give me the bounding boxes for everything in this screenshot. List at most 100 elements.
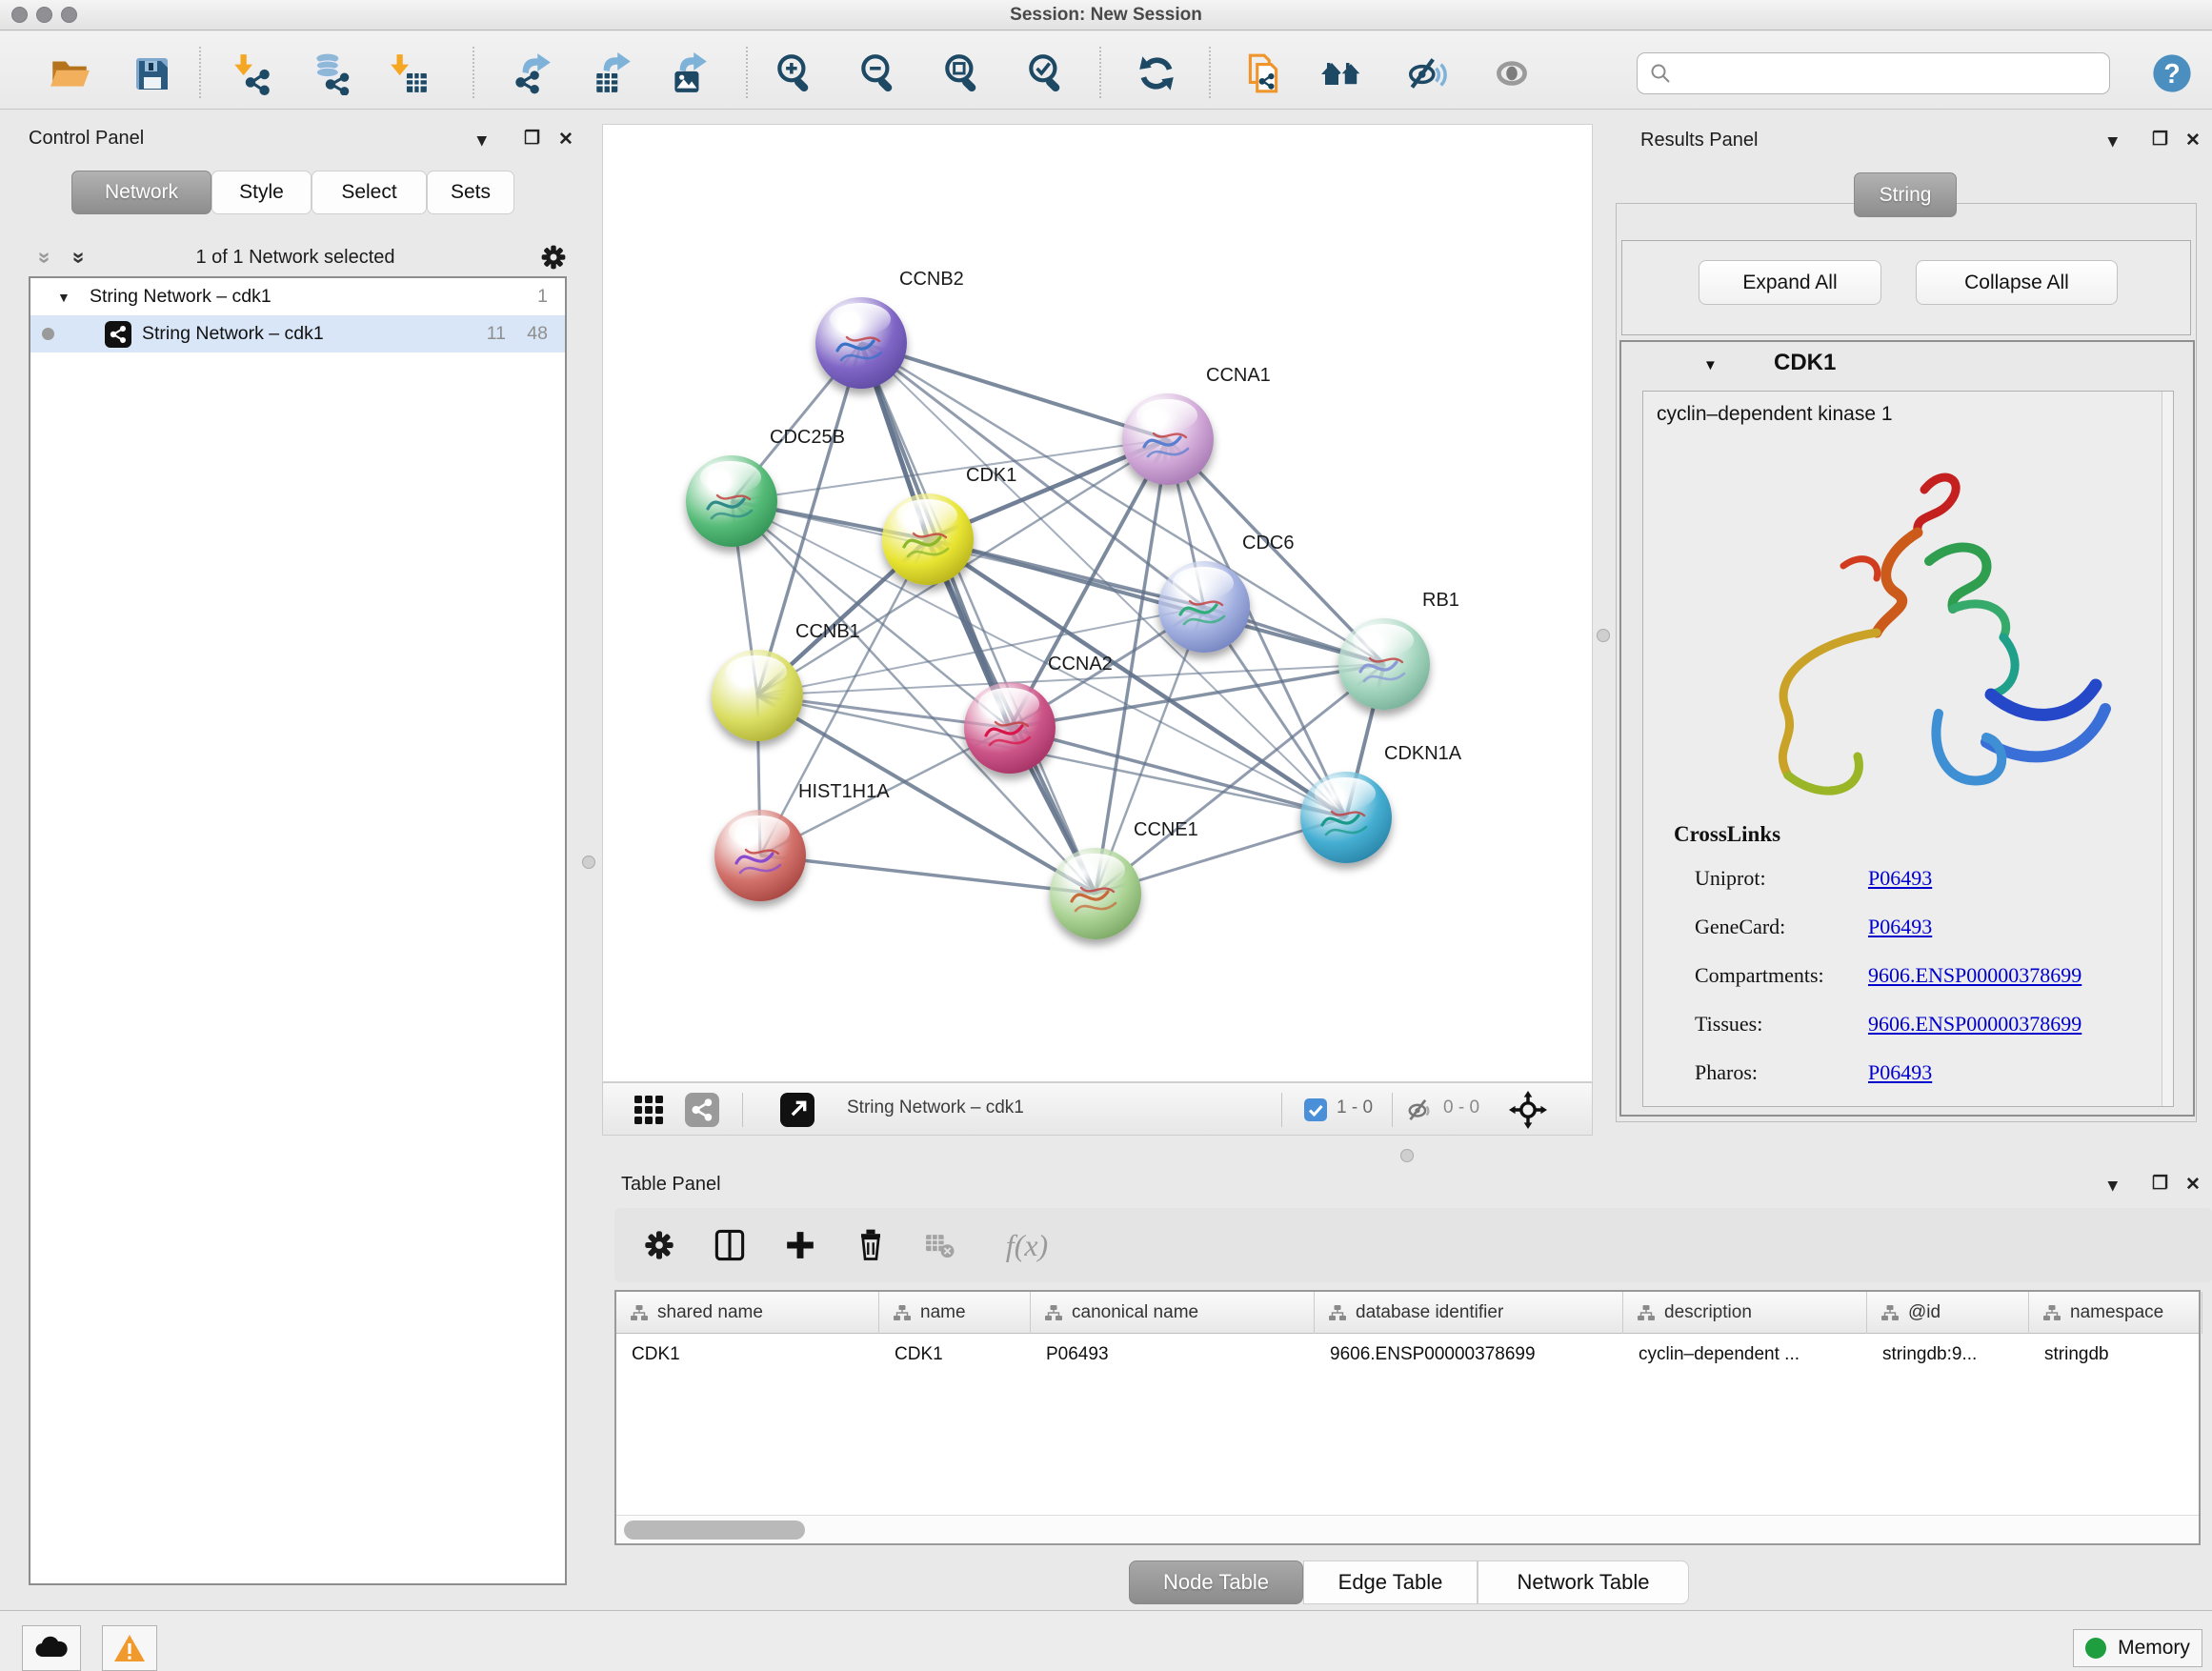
card-expander-icon[interactable]: ▼ [1703, 357, 1718, 373]
network-node-ccna1[interactable] [1122, 393, 1214, 485]
copy-network-button[interactable] [1240, 50, 1286, 96]
column-header-name[interactable]: name [879, 1292, 1031, 1334]
warning-status-button[interactable] [102, 1625, 157, 1671]
search-input[interactable] [1672, 63, 2081, 84]
column-header-shared-name[interactable]: shared name [616, 1292, 879, 1334]
column-header-canonical-name[interactable]: canonical name [1031, 1292, 1315, 1334]
import-network-database-button[interactable] [309, 50, 354, 96]
open-session-button[interactable] [47, 50, 92, 96]
collection-expander-icon[interactable]: ▼ [57, 290, 70, 305]
crosslink-link[interactable]: 9606.ENSP00000378699 [1868, 1012, 2081, 1037]
table-panel-close-icon[interactable]: ✕ [2185, 1176, 2201, 1194]
control-panel-menu-icon[interactable]: ▾ [477, 131, 487, 150]
table-options-gear-icon[interactable] [637, 1223, 681, 1267]
zoom-out-button[interactable] [855, 50, 901, 96]
table-cell[interactable]: CDK1 [879, 1336, 1031, 1374]
toolbar-separator [199, 47, 201, 98]
results-panel-float-icon[interactable]: ❐ [2152, 131, 2168, 149]
export-image-button[interactable] [666, 50, 712, 96]
protein-card-content: cyclin–dependent kinase 1 [1642, 391, 2174, 1107]
network-collection-row[interactable]: ▼ String Network – cdk1 1 [30, 278, 565, 315]
network-node-cdk1[interactable] [882, 493, 974, 585]
column-type-icon [630, 1303, 649, 1322]
delete-table-icon[interactable] [917, 1223, 961, 1267]
collapse-all-button[interactable]: Collapse All [1916, 260, 2118, 305]
zoom-selected-button[interactable] [1023, 50, 1069, 96]
table-panel-float-icon[interactable]: ❐ [2152, 1175, 2168, 1193]
table-cell[interactable]: P06493 [1031, 1336, 1315, 1374]
crosslink-link[interactable]: P06493 [1868, 866, 1932, 891]
results-panel-close-icon[interactable]: ✕ [2185, 131, 2201, 150]
tab-network-table[interactable]: Network Table [1478, 1560, 1689, 1604]
network-node-ccna2[interactable] [964, 682, 1056, 774]
table-cell[interactable]: CDK1 [616, 1336, 879, 1374]
memory-button[interactable]: Memory [2073, 1629, 2202, 1667]
left-splitter-handle[interactable] [582, 856, 595, 869]
selected-checkbox-icon[interactable] [1304, 1098, 1327, 1121]
show-columns-icon[interactable] [708, 1223, 752, 1267]
cloud-status-button[interactable] [22, 1625, 81, 1671]
crosslink-link[interactable]: 9606.ENSP00000378699 [1868, 963, 2081, 988]
fit-content-crosshair-icon[interactable] [1508, 1090, 1548, 1130]
table-cell[interactable]: stringdb [2029, 1336, 2202, 1374]
tab-sets[interactable]: Sets [427, 171, 514, 214]
results-scrollbar[interactable] [2162, 392, 2173, 1106]
network-node-ccne1[interactable] [1050, 848, 1141, 939]
right-splitter-handle[interactable] [1597, 629, 1610, 642]
export-table-button[interactable] [590, 50, 635, 96]
import-network-file-button[interactable] [229, 50, 274, 96]
save-session-button[interactable] [129, 50, 174, 96]
show-starter-panel-button[interactable] [1318, 50, 1364, 96]
function-builder-icon[interactable]: f(x) [986, 1223, 1068, 1267]
table-cell[interactable]: stringdb:9... [1867, 1336, 2029, 1374]
network-node-rb1[interactable] [1338, 618, 1430, 710]
table-panel-menu-icon[interactable]: ▾ [2108, 1177, 2118, 1195]
network-node-cdc6[interactable] [1158, 561, 1250, 653]
expand-all-button[interactable]: Expand All [1699, 260, 1881, 305]
grid-view-icon[interactable] [632, 1093, 666, 1127]
tab-edge-table[interactable]: Edge Table [1303, 1560, 1478, 1604]
table-cell[interactable]: 9606.ENSP00000378699 [1315, 1336, 1623, 1374]
network-node-hist1h1a[interactable] [714, 810, 806, 901]
crosslink-link[interactable]: P06493 [1868, 915, 1932, 939]
delete-column-icon[interactable] [849, 1223, 893, 1267]
table-cell[interactable]: cyclin–dependent ... [1623, 1336, 1867, 1374]
results-panel-menu-icon[interactable]: ▾ [2108, 132, 2118, 151]
column-header-description[interactable]: description [1623, 1292, 1867, 1334]
control-panel-float-icon[interactable]: ❐ [524, 130, 540, 148]
column-type-icon [893, 1303, 912, 1322]
zoom-fit-button[interactable] [939, 50, 985, 96]
search-box[interactable] [1637, 52, 2110, 94]
table-horizontal-scrollbar[interactable] [616, 1515, 2199, 1543]
hidden-eye-slash-icon[interactable] [1405, 1096, 1434, 1124]
column-header-namespace[interactable]: namespace [2029, 1292, 2202, 1334]
tab-node-table[interactable]: Node Table [1129, 1560, 1303, 1604]
network-row[interactable]: String Network – cdk1 11 48 [30, 315, 565, 352]
network-view-mode-icon[interactable] [685, 1093, 719, 1127]
network-options-gear-icon[interactable] [537, 241, 570, 273]
export-network-button[interactable] [509, 50, 554, 96]
title-bar: Session: New Session [0, 0, 2212, 30]
show-panels-button[interactable] [1489, 50, 1535, 96]
column-header--id[interactable]: @id [1867, 1292, 2029, 1334]
detach-view-icon[interactable] [780, 1093, 814, 1127]
column-header-database-identifier[interactable]: database identifier [1315, 1292, 1623, 1334]
crosslink-link[interactable]: P06493 [1868, 1060, 1932, 1085]
tab-network[interactable]: Network [71, 171, 211, 214]
tab-string[interactable]: String [1854, 172, 1957, 217]
network-node-cdc25b[interactable] [686, 455, 777, 547]
tab-select[interactable]: Select [312, 171, 427, 214]
scrollbar-thumb[interactable] [624, 1520, 805, 1540]
network-node-ccnb1[interactable] [712, 650, 803, 741]
add-column-icon[interactable] [778, 1223, 822, 1267]
network-node-cdkn1a[interactable] [1300, 772, 1392, 863]
import-table-file-button[interactable] [385, 50, 431, 96]
network-canvas[interactable]: CCNB2CCNA1CDC25BCDK1CDC6RB1CCNB1CCNA2CDK… [602, 124, 1593, 1082]
help-button[interactable]: ? [2149, 50, 2195, 96]
zoom-in-button[interactable] [772, 50, 817, 96]
apply-style-button[interactable] [1134, 50, 1179, 96]
hide-panels-button[interactable] [1404, 50, 1450, 96]
control-panel-close-icon[interactable]: ✕ [558, 131, 573, 149]
network-node-ccnb2[interactable] [815, 297, 907, 389]
tab-style[interactable]: Style [211, 171, 312, 214]
